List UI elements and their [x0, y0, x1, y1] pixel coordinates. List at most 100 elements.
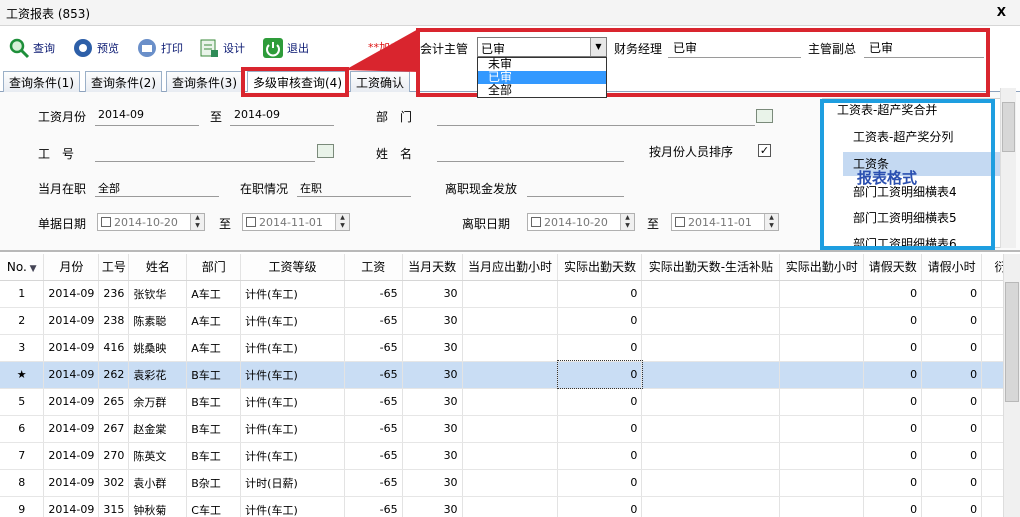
- table-cell[interactable]: 计件(车工): [240, 280, 345, 308]
- table-cell[interactable]: -65: [344, 496, 403, 517]
- table-cell[interactable]: [462, 469, 559, 497]
- table-cell[interactable]: 钟秋菊: [128, 496, 188, 517]
- table-cell[interactable]: 余万群: [128, 388, 188, 416]
- table-cell[interactable]: 0: [863, 280, 923, 308]
- table-cell[interactable]: 2014-09: [43, 442, 100, 470]
- table-cell[interactable]: 0: [863, 307, 923, 335]
- table-cell[interactable]: -65: [344, 388, 403, 416]
- table-cell[interactable]: 计件(车工): [240, 388, 345, 416]
- table-cell[interactable]: 30: [402, 334, 463, 362]
- table-cell[interactable]: 9: [0, 496, 45, 517]
- column-header[interactable]: 当月天数: [402, 254, 463, 281]
- table-cell[interactable]: [462, 334, 559, 362]
- table-cell[interactable]: 计件(车工): [240, 496, 345, 517]
- tab-query-1[interactable]: 查询条件(1): [3, 71, 80, 92]
- spinner-icon[interactable]: ▲ ▼: [620, 214, 634, 230]
- table-cell[interactable]: 2: [0, 307, 45, 335]
- column-header[interactable]: 实际出勤天数: [557, 254, 643, 281]
- table-cell[interactable]: 262: [98, 361, 130, 389]
- table-cell[interactable]: [462, 496, 559, 517]
- table-cell[interactable]: 30: [402, 388, 463, 416]
- table-cell[interactable]: 0: [863, 388, 923, 416]
- table-cell[interactable]: 计件(车工): [240, 361, 345, 389]
- table-row[interactable]: 5 2014-09 265 余万群 B车工 计件(车工) -65 30 0 0 0: [0, 388, 1020, 416]
- column-header[interactable]: 请假天数: [863, 254, 923, 281]
- table-cell[interactable]: 姚桑映: [128, 334, 188, 362]
- table-cell[interactable]: 30: [402, 361, 463, 389]
- table-cell[interactable]: B车工: [186, 442, 242, 470]
- table-cell[interactable]: 计件(车工): [240, 307, 345, 335]
- table-cell[interactable]: 2014-09: [43, 334, 100, 362]
- table-cell[interactable]: 0: [863, 334, 923, 362]
- table-cell[interactable]: -65: [344, 469, 403, 497]
- table-cell[interactable]: 0: [921, 307, 983, 335]
- table-cell[interactable]: 0: [921, 388, 983, 416]
- table-cell[interactable]: [779, 469, 865, 497]
- table-cell[interactable]: 计件(车工): [240, 334, 345, 362]
- table-cell[interactable]: [462, 361, 559, 389]
- employed-value[interactable]: 全部: [98, 180, 120, 196]
- table-cell[interactable]: -65: [344, 307, 403, 335]
- table-cell[interactable]: 陈素聪: [128, 307, 188, 335]
- table-cell[interactable]: 0: [557, 334, 643, 362]
- table-cell[interactable]: 0: [557, 307, 643, 335]
- table-cell[interactable]: 3: [0, 334, 45, 362]
- table-row[interactable]: 7 2014-09 270 陈英文 B车工 计件(车工) -65 30 0 0 0: [0, 442, 1020, 470]
- dept-picker-icon[interactable]: [756, 109, 773, 123]
- table-cell[interactable]: [641, 469, 781, 497]
- column-header[interactable]: 部门: [186, 254, 242, 281]
- table-cell[interactable]: 计件(车工): [240, 415, 345, 443]
- table-cell[interactable]: -65: [344, 280, 403, 308]
- table-cell[interactable]: 2014-09: [43, 388, 100, 416]
- table-cell[interactable]: A车工: [186, 280, 242, 308]
- spinner-icon[interactable]: ▲ ▼: [335, 214, 349, 230]
- print-button[interactable]: 打印: [136, 35, 183, 61]
- table-cell[interactable]: [779, 361, 865, 389]
- table-cell[interactable]: C车工: [186, 496, 242, 517]
- tree-scrollbar[interactable]: [1000, 88, 1016, 248]
- table-cell[interactable]: B车工: [186, 388, 242, 416]
- table-cell[interactable]: 计件(车工): [240, 442, 345, 470]
- table-cell[interactable]: [779, 388, 865, 416]
- table-cell[interactable]: 0: [863, 361, 923, 389]
- table-cell[interactable]: [641, 307, 781, 335]
- table-cell[interactable]: 265: [98, 388, 130, 416]
- table-cell[interactable]: 30: [402, 280, 463, 308]
- table-cell[interactable]: 计时(日薪): [240, 469, 345, 497]
- table-cell[interactable]: 8: [0, 469, 45, 497]
- query-button[interactable]: 查询: [8, 35, 55, 61]
- table-cell[interactable]: 袁小群: [128, 469, 188, 497]
- column-header[interactable]: 请假小时: [921, 254, 983, 281]
- table-cell[interactable]: [641, 496, 781, 517]
- table-cell[interactable]: 2014-09: [43, 361, 100, 389]
- table-cell[interactable]: B车工: [186, 415, 242, 443]
- table-cell[interactable]: ★: [0, 361, 45, 389]
- table-cell[interactable]: -65: [344, 334, 403, 362]
- table-cell[interactable]: 0: [557, 280, 643, 308]
- column-header[interactable]: 当月应出勤小时: [462, 254, 559, 281]
- table-cell[interactable]: 0: [863, 415, 923, 443]
- table-cell[interactable]: 236: [98, 280, 130, 308]
- table-row[interactable]: 1 2014-09 236 张钦华 A车工 计件(车工) -65 30 0 0 0: [0, 280, 1020, 308]
- table-cell[interactable]: 陈英文: [128, 442, 188, 470]
- table-cell[interactable]: [462, 307, 559, 335]
- leave-date-from[interactable]: 2014-10-20 ▲ ▼: [527, 213, 635, 231]
- close-button[interactable]: X: [997, 5, 1006, 19]
- table-row[interactable]: 2 2014-09 238 陈素聪 A车工 计件(车工) -65 30 0 0 0: [0, 307, 1020, 335]
- tab-query-2[interactable]: 查询条件(2): [85, 71, 162, 92]
- sort-checkbox[interactable]: ✓: [758, 144, 771, 157]
- column-header[interactable]: 月份: [43, 254, 100, 281]
- table-cell[interactable]: 0: [557, 388, 643, 416]
- table-cell[interactable]: 5: [0, 388, 45, 416]
- table-cell[interactable]: 0: [921, 469, 983, 497]
- table-cell[interactable]: [462, 280, 559, 308]
- table-cell[interactable]: 0: [557, 496, 643, 517]
- doc-date-from-checkbox[interactable]: [101, 217, 111, 227]
- table-cell[interactable]: [779, 442, 865, 470]
- table-cell[interactable]: 0: [921, 496, 983, 517]
- leave-date-to[interactable]: 2014-11-01 ▲ ▼: [671, 213, 779, 231]
- column-header[interactable]: 实际出勤天数-生活补贴: [641, 254, 781, 281]
- leave-date-from-checkbox[interactable]: [531, 217, 541, 227]
- tree-scroll-thumb[interactable]: [1002, 102, 1015, 152]
- table-cell[interactable]: B杂工: [186, 469, 242, 497]
